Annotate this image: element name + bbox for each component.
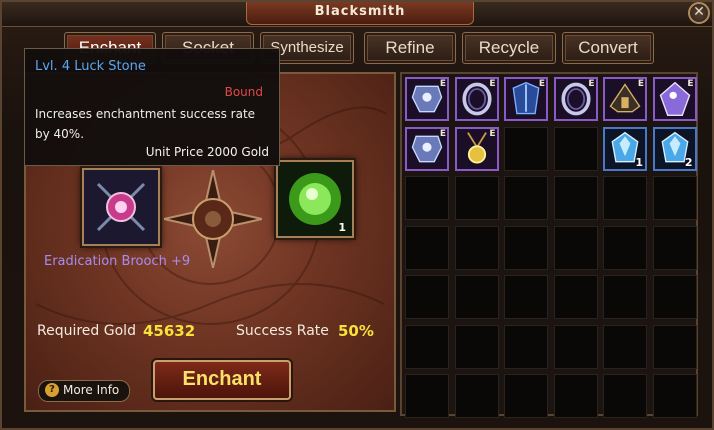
- window-title: Blacksmith: [246, 2, 474, 25]
- inventory-slot-empty[interactable]: [603, 324, 647, 369]
- inventory-item[interactable]: E: [405, 126, 449, 171]
- success-rate-value: 50%: [338, 322, 374, 340]
- inventory-item[interactable]: E: [405, 77, 449, 121]
- inventory-item[interactable]: 2: [652, 126, 697, 171]
- inventory-slot-empty[interactable]: [652, 176, 697, 220]
- inventory-slot-empty[interactable]: [454, 225, 499, 270]
- enchant-button[interactable]: Enchant: [153, 360, 291, 400]
- inventory-item[interactable]: E: [652, 77, 697, 121]
- inventory-slot-empty[interactable]: [603, 225, 647, 270]
- inventory-slot-empty[interactable]: [603, 275, 647, 319]
- item-count: 2: [684, 155, 693, 169]
- inventory-slot-empty[interactable]: [553, 324, 598, 369]
- inventory-slot-empty[interactable]: [553, 225, 598, 270]
- inventory-item[interactable]: E: [504, 77, 548, 121]
- close-icon[interactable]: ✕: [688, 2, 710, 24]
- item-count: 1: [635, 155, 643, 169]
- inventory-item[interactable]: E: [454, 77, 499, 121]
- luck-stone-slot[interactable]: 1: [276, 160, 354, 238]
- inventory-item[interactable]: 1: [603, 126, 647, 171]
- inventory-slot-empty[interactable]: [454, 374, 499, 418]
- inventory-item[interactable]: E: [603, 77, 647, 121]
- inventory-slot-empty[interactable]: [652, 225, 697, 270]
- tooltip-description: Increases enchantment success rate by 40…: [35, 107, 256, 141]
- inventory-slot-empty[interactable]: [405, 176, 449, 220]
- equipped-tag: E: [489, 79, 496, 89]
- required-gold-value: 45632: [143, 322, 196, 340]
- item-tooltip: Lvl. 4 Luck Stone Bound Increases enchan…: [24, 48, 280, 166]
- tooltip-price: Unit Price 2000 Gold: [145, 145, 269, 159]
- title-bar: Blacksmith ✕: [2, 2, 712, 27]
- inventory-slot-empty[interactable]: [504, 324, 548, 369]
- tab-recycle[interactable]: Recycle: [462, 32, 556, 64]
- equipped-tag: E: [489, 128, 496, 139]
- equipped-tag: E: [637, 79, 644, 89]
- inventory-slot-empty[interactable]: [405, 324, 449, 369]
- inventory-grid: E E E E E E E E 1 2: [400, 72, 698, 418]
- inventory-slot-empty[interactable]: [504, 225, 548, 270]
- inventory-slot-empty[interactable]: [652, 275, 697, 319]
- inventory-slot-empty[interactable]: [504, 176, 548, 220]
- inventory-item[interactable]: E: [454, 126, 499, 171]
- equipped-tag: E: [588, 79, 595, 89]
- tooltip-bound-status: Bound: [224, 85, 263, 99]
- inventory-slot-empty[interactable]: [504, 374, 548, 418]
- inventory-slot-empty[interactable]: [405, 374, 449, 418]
- inventory-slot-empty[interactable]: [405, 225, 449, 270]
- tab-convert[interactable]: Convert: [562, 32, 654, 64]
- equipped-tag: E: [538, 79, 545, 89]
- more-info-label: More Info: [63, 383, 120, 397]
- tab-refine[interactable]: Refine: [364, 32, 456, 64]
- required-gold-label: Required Gold: [37, 323, 136, 339]
- inventory-slot-empty[interactable]: [553, 374, 598, 418]
- inventory-slot-empty[interactable]: [603, 176, 647, 220]
- more-info-button[interactable]: ? More Info: [38, 380, 130, 402]
- stone-count: 1: [338, 221, 346, 234]
- inventory-slot-empty[interactable]: [454, 176, 499, 220]
- blacksmith-window: Blacksmith ✕ Enchant Socket Synthesize R…: [0, 0, 714, 430]
- inventory-slot-empty[interactable]: [454, 275, 499, 319]
- equipped-tag: E: [439, 128, 446, 139]
- equipped-tag: E: [439, 79, 446, 89]
- inventory-slot-empty[interactable]: [504, 275, 548, 319]
- inventory-slot-empty[interactable]: [652, 324, 697, 369]
- question-icon: ?: [45, 383, 59, 397]
- item-name: Eradication Brooch +9: [44, 254, 191, 269]
- inventory-slot-empty[interactable]: [603, 374, 647, 418]
- inventory-item[interactable]: E: [553, 77, 598, 121]
- inventory-slot-empty[interactable]: [553, 176, 598, 220]
- inventory-slot-empty[interactable]: [553, 126, 598, 171]
- inventory-slot-empty[interactable]: [454, 324, 499, 369]
- tooltip-title: Lvl. 4 Luck Stone: [35, 59, 146, 74]
- success-rate-label: Success Rate: [236, 323, 329, 339]
- inventory-slot-empty[interactable]: [553, 275, 598, 319]
- inventory-slot-empty[interactable]: [652, 374, 697, 418]
- equipped-tag: E: [687, 79, 694, 89]
- equipment-slot[interactable]: [82, 168, 160, 246]
- inventory-slot-empty[interactable]: [504, 126, 548, 171]
- inventory-slot-empty[interactable]: [405, 275, 449, 319]
- brooch-icon: [84, 170, 158, 244]
